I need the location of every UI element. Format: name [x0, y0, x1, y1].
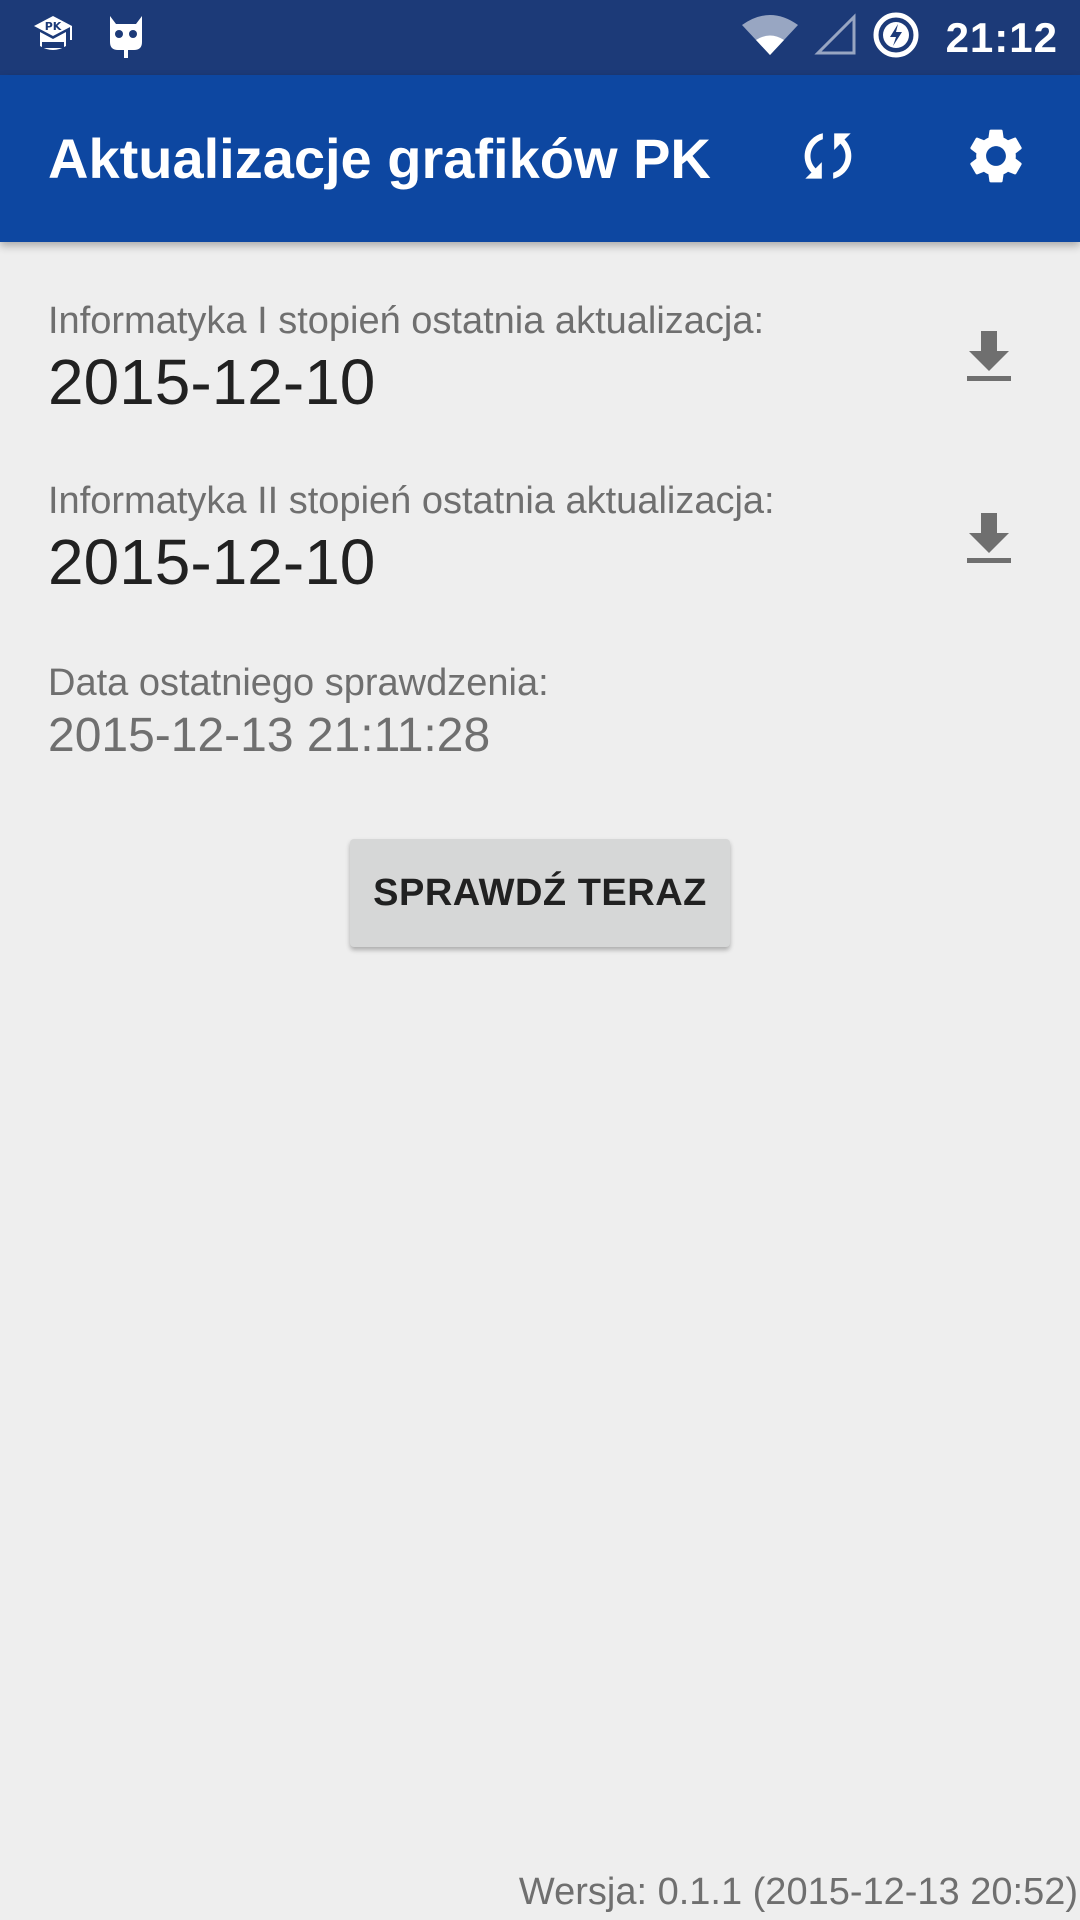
download-button-first-degree[interactable] [954, 318, 1024, 398]
svg-text:PK: PK [45, 20, 62, 33]
notification-area: PK [28, 14, 148, 62]
schedule-date: 2015-12-10 [48, 346, 376, 418]
schedule-row-second-degree: Informatyka II stopień ostatnia aktualiz… [48, 478, 1032, 608]
app-bar: Aktualizacje grafików PK [0, 75, 1080, 242]
status-bar: PK 21:12 [0, 0, 1080, 75]
last-check-label: Data ostatniego sprawdzenia: [48, 662, 549, 704]
last-check-row: Data ostatniego sprawdzenia: 2015-12-13 … [48, 660, 1032, 780]
schedule-label: Informatyka I stopień ostatnia aktualiza… [48, 300, 765, 342]
last-check-value: 2015-12-13 21:11:28 [48, 709, 491, 762]
refresh-button[interactable] [785, 115, 871, 201]
download-icon [965, 511, 1013, 570]
status-time: 21:12 [945, 13, 1058, 61]
system-status-area: 21:12 [740, 0, 1058, 75]
schedule-date: 2015-12-10 [48, 526, 376, 598]
page-title: Aktualizacje grafików PK [48, 127, 711, 190]
signal-icon [813, 13, 858, 62]
download-button-second-degree[interactable] [954, 500, 1024, 580]
screen: PK 21:12 Aktualizacje grafików PK Inform… [0, 0, 1080, 1920]
main-content: Informatyka I stopień ostatnia aktualiza… [0, 242, 1080, 1920]
pk-app-icon: PK [28, 12, 78, 65]
gear-icon [963, 123, 1029, 194]
settings-button[interactable] [953, 115, 1039, 201]
schedule-label: Informatyka II stopień ostatnia aktualiz… [48, 480, 775, 522]
battery-charging-icon [872, 11, 920, 64]
wifi-icon [740, 13, 800, 62]
sync-icon [793, 121, 863, 196]
cyanogen-icon [104, 12, 148, 65]
schedule-row-first-degree: Informatyka I stopień ostatnia aktualiza… [48, 298, 1032, 428]
check-now-button[interactable]: SPRAWDŹ TERAZ [350, 839, 730, 947]
version-label: Wersja: 0.1.1 (2015-12-13 20:52) [518, 1871, 1078, 1913]
download-icon [965, 329, 1013, 388]
